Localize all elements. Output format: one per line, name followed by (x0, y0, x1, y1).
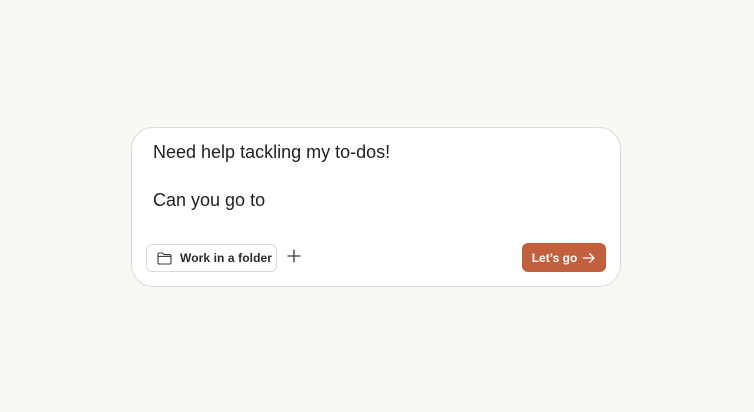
lets-go-label: Let’s go (531, 250, 578, 265)
plus-icon (287, 248, 301, 268)
arrow-right-icon (582, 252, 596, 264)
work-in-folder-label: Work in a folder (180, 251, 273, 265)
folder-icon (157, 251, 172, 265)
lets-go-button[interactable]: Let’s go (522, 243, 606, 272)
add-button[interactable] (285, 248, 303, 268)
prompt-input[interactable]: Need help tackling my to-dos! Can you go… (153, 140, 593, 212)
work-in-folder-button[interactable]: Work in a folder (146, 244, 277, 272)
prompt-composer: Need help tackling my to-dos! Can you go… (131, 127, 621, 287)
